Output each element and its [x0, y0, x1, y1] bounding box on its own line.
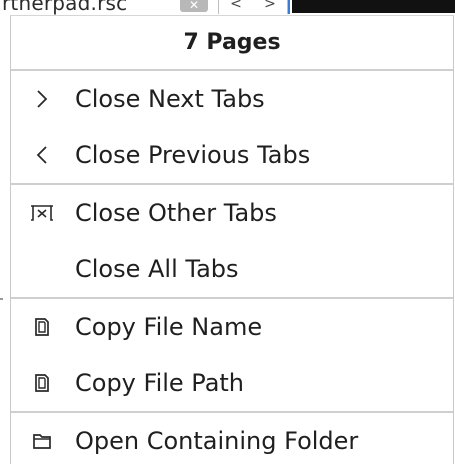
background-tab-strip: rtherpad.rsc ✕ < >: [0, 0, 455, 15]
menu-item-close-next-tabs[interactable]: Close Next Tabs: [11, 71, 453, 127]
menu-item-close-other-tabs[interactable]: Close Other Tabs: [11, 185, 453, 241]
background-tab-label[interactable]: rtherpad.rsc: [2, 0, 127, 15]
menu-item-close-all-tabs[interactable]: Close All Tabs: [11, 241, 453, 297]
menu-header: 7 Pages: [183, 30, 281, 55]
tab-scroll-left-icon[interactable]: <: [230, 0, 242, 11]
tab-scroll-right-icon[interactable]: >: [264, 0, 276, 11]
copy-icon: [27, 312, 57, 342]
chevron-right-icon: [27, 84, 57, 114]
background-edge-mark: [0, 298, 3, 300]
copy-icon: [27, 368, 57, 398]
menu-item-label: Close All Tabs: [75, 255, 239, 283]
menu-item-label: Open Containing Folder: [75, 427, 359, 455]
folder-icon: [27, 426, 57, 456]
menu-item-label: Copy File Name: [75, 313, 263, 341]
active-indicator: [288, 0, 290, 14]
close-other-tabs-icon: [27, 198, 57, 228]
chevron-left-icon: [27, 140, 57, 170]
menu-item-label: Close Next Tabs: [75, 85, 265, 113]
menu-item-copy-file-name[interactable]: Copy File Name: [11, 299, 453, 355]
menu-item-copy-file-path[interactable]: Copy File Path: [11, 355, 453, 411]
screen: rtherpad.rsc ✕ < > 7 Pages Close Next Ta…: [0, 0, 455, 464]
menu-item-close-previous-tabs[interactable]: Close Previous Tabs: [11, 127, 453, 183]
menu-item-label: Close Previous Tabs: [75, 141, 311, 169]
tab-close-icon[interactable]: ✕: [180, 0, 208, 12]
menu-item-label: Copy File Path: [75, 369, 245, 397]
tab-navigation: < >: [218, 0, 288, 14]
tab-context-menu: 7 Pages Close Next Tabs Close Previous T…: [10, 15, 454, 464]
menu-item-label: Close Other Tabs: [75, 199, 277, 227]
editor-background: [292, 0, 455, 13]
menu-item-open-containing-folder[interactable]: Open Containing Folder: [11, 413, 453, 464]
